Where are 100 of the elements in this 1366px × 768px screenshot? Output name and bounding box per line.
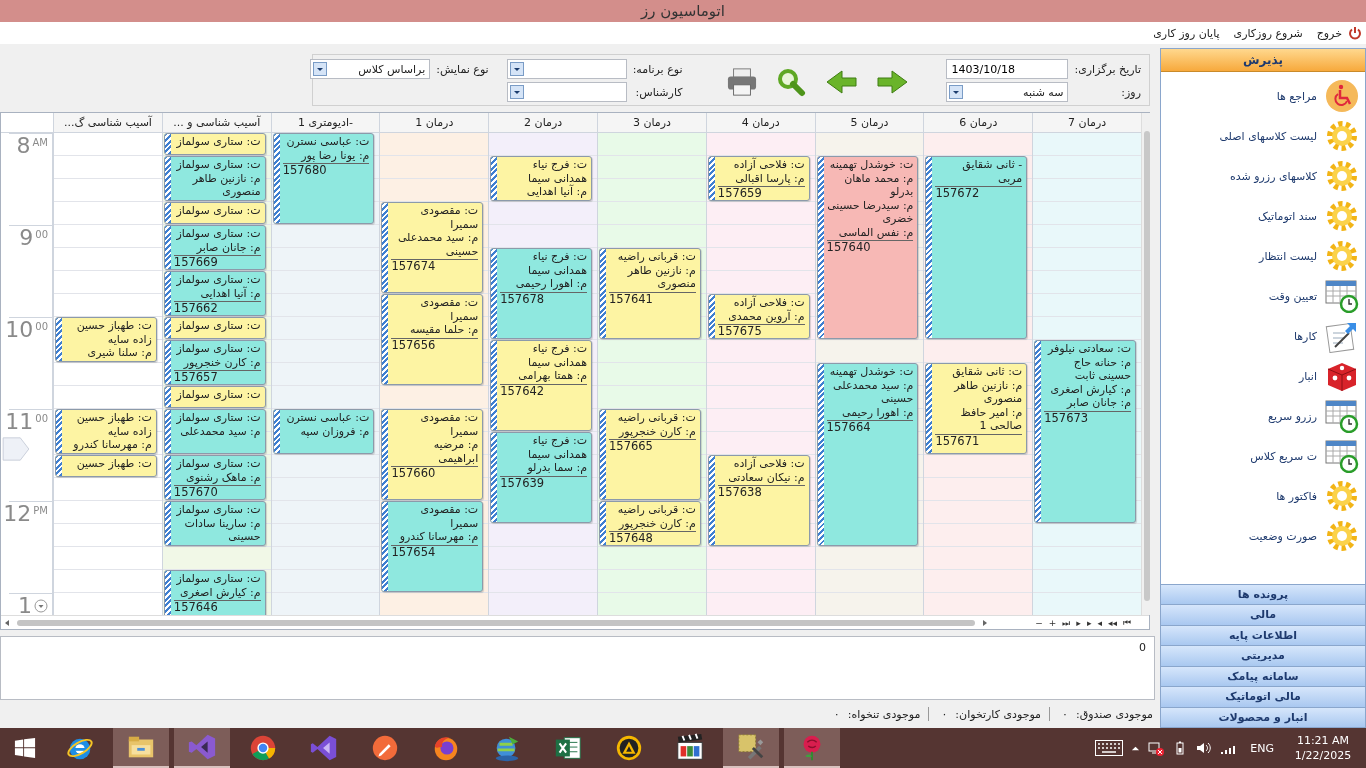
- appointment-number: 157640: [826, 240, 914, 255]
- appointment-card[interactable]: ت: فرج نیاء همدانی سیما م: آنیا اهدایی: [490, 156, 592, 201]
- appointment-card[interactable]: ت: ستاری سولماز م: سید محمدعلی: [163, 409, 266, 454]
- clock-time[interactable]: 11:21 AM: [1296, 733, 1350, 748]
- clapperboard-icon[interactable]: [675, 733, 705, 763]
- calendar-clock-icon[interactable]: [1325, 279, 1359, 313]
- client-name: م: کیارش اصغری: [179, 585, 261, 599]
- sidebar-section[interactable]: مالی اتوماتیک: [1161, 686, 1365, 707]
- appointment-card[interactable]: ت: ستاری سولماز: [163, 386, 266, 408]
- tools-icon[interactable]: [736, 732, 766, 762]
- appointment-card[interactable]: ت: ستاری سولماز: [163, 317, 266, 339]
- windows-logo-icon[interactable]: [14, 737, 36, 759]
- menu-item[interactable]: شروع روزکاری: [1233, 26, 1303, 40]
- sidebar-item[interactable]: ت سریع کلاس: [1250, 449, 1317, 463]
- caret-icon[interactable]: [509, 62, 524, 76]
- sidebar-item[interactable]: کلاسهای رزرو شده: [1229, 169, 1317, 183]
- sidebar-item[interactable]: لیست کلاسهای اصلی: [1219, 129, 1317, 143]
- navigation-button[interactable]: ◂: [1097, 616, 1102, 629]
- therapist-name: ت: قربانی راضیه: [616, 250, 696, 264]
- sidebar-item[interactable]: صورت وضعیت: [1248, 529, 1317, 543]
- wheelchair-icon[interactable]: [1325, 79, 1359, 113]
- notes-field[interactable]: 0: [0, 636, 1155, 700]
- scroll-down-icon[interactable]: [34, 599, 48, 613]
- appointment-card[interactable]: ت: ستاری سولماز م: نازنین طاهر منصوری: [163, 156, 266, 201]
- navigation-button[interactable]: ⏮: [1123, 616, 1131, 629]
- status-label: موجودی تنخواه:: [847, 707, 921, 721]
- calendar-clock-icon[interactable]: [1325, 399, 1359, 433]
- calendar-clock-icon[interactable]: [1325, 439, 1359, 473]
- ribbon-logo-icon[interactable]: [309, 733, 339, 763]
- sidebar-item[interactable]: فاکتور ها: [1276, 489, 1317, 503]
- appointment-number: 157662: [173, 301, 261, 315]
- ribbon-logo-icon[interactable]: [187, 732, 217, 762]
- round-logo-icon[interactable]: [248, 733, 278, 763]
- scrollbar-thumb[interactable]: [1144, 131, 1150, 601]
- clock-date[interactable]: 1/22/2025: [1294, 748, 1352, 763]
- scrollbar-thumb[interactable]: [17, 619, 975, 626]
- therapist-name: ت: فلاحی آزاده: [732, 158, 805, 172]
- column-header[interactable]: درمان 6: [924, 113, 1033, 133]
- display-type-dropdown[interactable]: براساس کلاس: [310, 59, 431, 79]
- scroll-right-icon[interactable]: [981, 618, 989, 627]
- sidebar-section[interactable]: مدیریتی: [1161, 645, 1365, 666]
- pen-circle-icon[interactable]: [370, 733, 400, 763]
- appointment-card[interactable]: ت: ستاری سولماز: [163, 202, 266, 224]
- volume-icon[interactable]: [1196, 740, 1213, 756]
- appointment-card[interactable]: ت: ستاری سولماز م: سارینا سادات حسینی: [163, 501, 266, 546]
- appointment-card[interactable]: ت: طهباز حسین زاده سایه م: سلنا شیری: [55, 317, 157, 362]
- hatched-stripe: [164, 134, 171, 154]
- sidebar-section[interactable]: پرونده ها: [1161, 583, 1365, 604]
- sidebar-header[interactable]: پذیرش: [1161, 49, 1365, 72]
- sidebar-item[interactable]: لیست انتظار: [1259, 249, 1317, 263]
- client-name: م: سلنا شیری: [86, 346, 152, 360]
- caret-icon[interactable]: [509, 85, 524, 99]
- column-header[interactable]: -ادیومتری 1: [271, 113, 380, 133]
- appointment-card[interactable]: ت: ستاری سولماز: [163, 133, 266, 155]
- menu-item[interactable]: خروج: [1316, 26, 1342, 40]
- appointment-card[interactable]: ت: عباسی نسترن م: فروزان سپه: [272, 409, 375, 454]
- column-header[interactable]: درمان 7: [1033, 113, 1141, 133]
- triangle-circle-icon[interactable]: [614, 733, 644, 763]
- column-header[interactable]: درمان 4: [706, 113, 815, 133]
- sidebar-section[interactable]: سامانه پیامک: [1161, 665, 1365, 686]
- caret-icon[interactable]: [949, 85, 964, 99]
- column-header[interactable]: آسیب شناسی گ...: [54, 113, 162, 133]
- client-name: م: حنانه حاج حسینی ثابت: [1072, 355, 1131, 383]
- scroll-left-icon[interactable]: [3, 618, 11, 627]
- sidebar-item[interactable]: مراجع ها: [1276, 89, 1317, 103]
- navigation-button[interactable]: −: [1035, 616, 1043, 629]
- sidebar-item[interactable]: کارها: [1293, 329, 1317, 343]
- menu-item[interactable]: پایان روز کاری: [1153, 26, 1220, 40]
- date-field[interactable]: 1403/10/18: [946, 59, 1069, 79]
- column-header[interactable]: درمان 2: [489, 113, 597, 133]
- vertical-scrollbar[interactable]: [1141, 113, 1152, 615]
- sidebar-item[interactable]: انبار: [1298, 369, 1317, 383]
- appointment-card[interactable]: ت: طهباز حسین: [55, 455, 157, 477]
- client-name: م: نازنین طاهر منصوری: [952, 378, 1023, 406]
- navigation-button[interactable]: ⏭: [1062, 616, 1071, 629]
- day-dropdown[interactable]: سه شنبه: [946, 82, 1069, 102]
- sidebar-item[interactable]: سند اتوماتیک: [1257, 209, 1317, 223]
- column-header[interactable]: درمان 3: [598, 113, 706, 133]
- appointment-card[interactable]: ت: طهباز حسین زاده سایه م: مهرسانا کندرو: [55, 409, 157, 454]
- sidebar-item[interactable]: تعیین وقت: [1268, 289, 1317, 303]
- hour-suffix: 00: [35, 413, 48, 424]
- therapist-name: ت: قربانی راضیه: [616, 503, 696, 517]
- power-icon[interactable]: [1348, 26, 1362, 40]
- navigation-button[interactable]: +: [1048, 616, 1057, 629]
- navigation-button[interactable]: ▸: [1086, 616, 1092, 629]
- sidebar-section[interactable]: انبار و محصولات: [1161, 706, 1365, 727]
- navigation-button[interactable]: ▸: [1076, 616, 1081, 629]
- caret-icon[interactable]: [313, 62, 328, 76]
- language-indicator[interactable]: ENG: [1250, 741, 1274, 755]
- keyboard-icon[interactable]: [1095, 740, 1124, 756]
- sidebar-item[interactable]: رزرو سریع: [1268, 409, 1317, 423]
- column-header[interactable]: درمان 5: [815, 113, 924, 133]
- appointment-number: 157638: [717, 485, 805, 500]
- network-disconnected-icon[interactable]: [1148, 740, 1165, 756]
- sidebar-section[interactable]: اطلاعات پایه: [1161, 624, 1365, 645]
- column-header[interactable]: آسیب شناسی و ...: [162, 113, 271, 133]
- status-label: موجودی کارتخوان:: [955, 707, 1041, 721]
- column-header[interactable]: درمان 1: [380, 113, 489, 133]
- sidebar-section[interactable]: مالی: [1161, 604, 1365, 625]
- navigation-button[interactable]: ◂◂: [1107, 616, 1117, 629]
